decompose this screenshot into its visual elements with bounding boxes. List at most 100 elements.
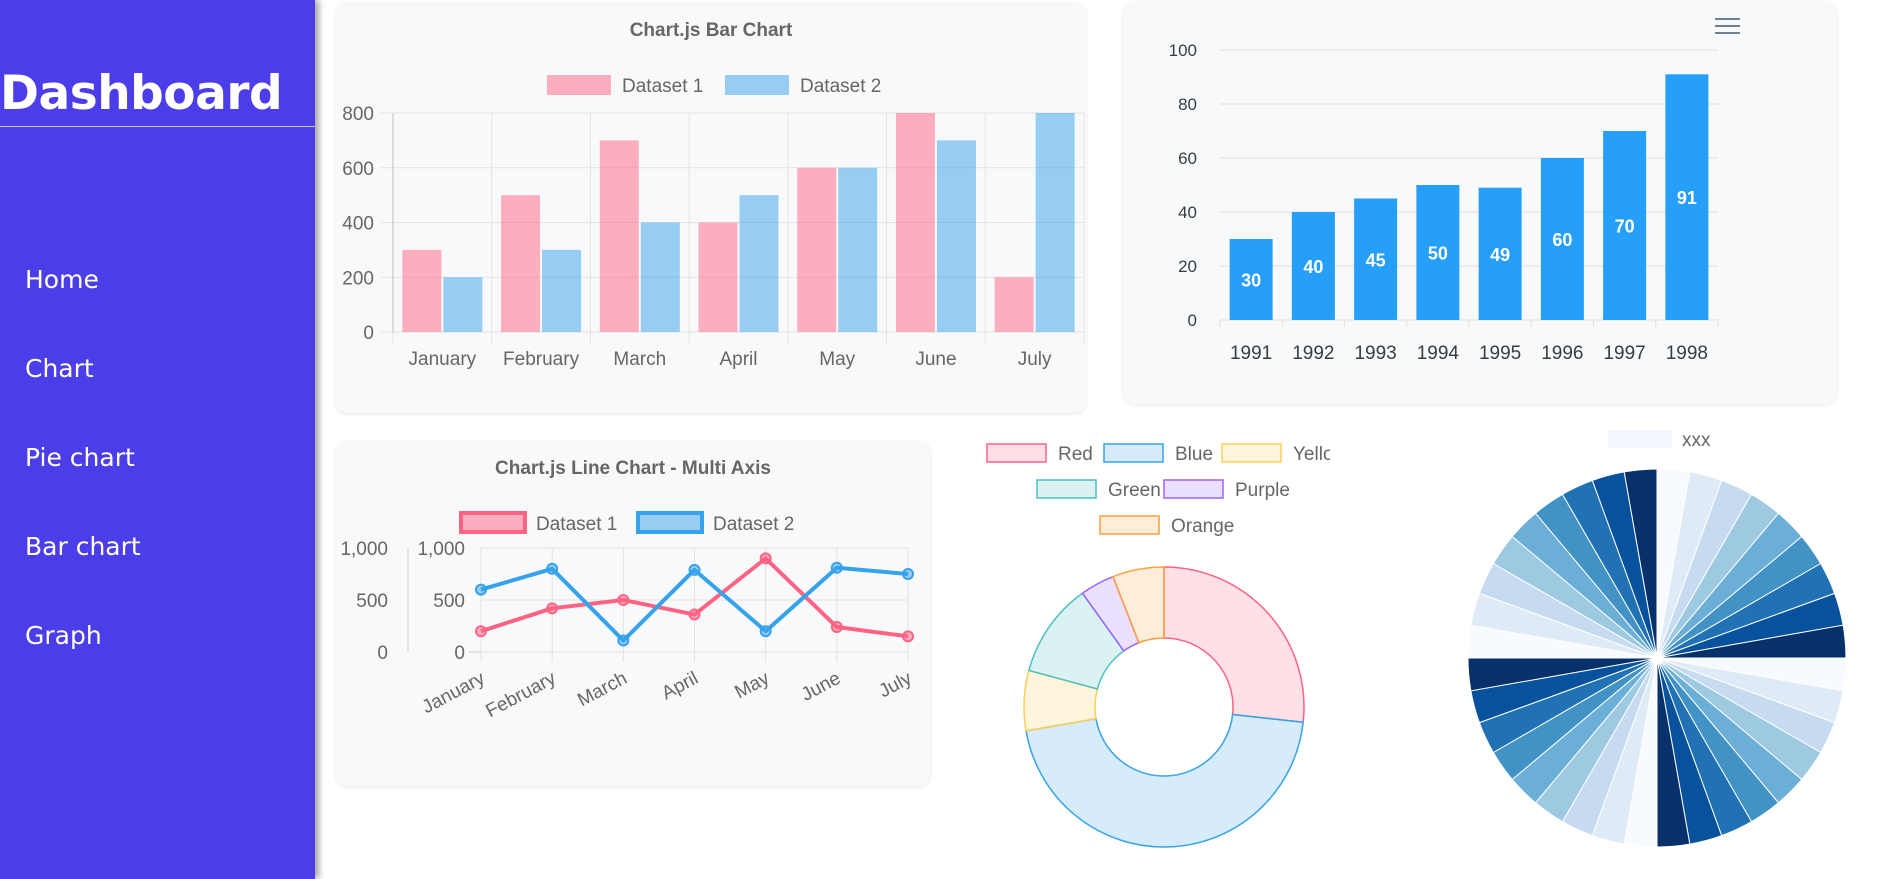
legend-swatch (1608, 430, 1672, 448)
legend-label: xxx (1682, 430, 1711, 451)
bar (739, 195, 779, 332)
data-label: 30 (1241, 271, 1261, 291)
data-point (688, 608, 701, 621)
bar (599, 140, 639, 332)
y-tick-label: 400 (342, 214, 374, 235)
bar (443, 277, 483, 332)
data-label: 45 (1366, 250, 1386, 270)
pie-chart: xxx (1467, 430, 1847, 848)
x-tick-label: July (1018, 349, 1052, 370)
x-tick-label: June (915, 349, 956, 370)
legend-swatch (1099, 515, 1160, 535)
bar (936, 140, 976, 332)
legend-swatch (1036, 479, 1097, 499)
legend-label: Purple (1235, 480, 1290, 501)
annual-bar-chart-card: 0 20 40 60 80 100 30 1991 40 1992 45 1993 50 1994 49 19… (1123, 2, 1837, 404)
x-tick-label: January (419, 668, 489, 719)
y-tick-label: 20 (1178, 257, 1197, 276)
data-label: 40 (1303, 257, 1323, 277)
data-point (475, 625, 487, 638)
x-tick-label: 1998 (1666, 343, 1708, 364)
x-tick-label: January (409, 349, 477, 370)
legend-label: Red (1058, 444, 1093, 465)
legend-label: Orange (1171, 516, 1234, 537)
bar (640, 222, 680, 332)
legend-swatch (1221, 443, 1282, 463)
data-point (902, 568, 914, 580)
dashboard-title: Dashboard (0, 66, 283, 121)
y-tick-label: 0 (1188, 311, 1197, 330)
y-tick-label: 200 (342, 268, 374, 289)
x-tick-label: 1997 (1603, 343, 1645, 364)
data-point (546, 562, 559, 575)
sidebar: Dashboard Home Chart Pie chart Bar chart… (0, 0, 315, 879)
x-tick-label: May (819, 349, 855, 370)
y-tick-label: 0 (377, 643, 388, 664)
legend-label: Yellow (1293, 444, 1330, 465)
nav-pie-chart[interactable]: Pie chart (25, 443, 135, 472)
doughnut-slice (1163, 566, 1305, 724)
bar (542, 249, 582, 332)
x-tick-label: 1991 (1230, 343, 1272, 364)
data-label: 60 (1552, 230, 1572, 250)
data-point (688, 563, 701, 576)
data-point (902, 630, 914, 643)
nav-chart[interactable]: Chart (25, 354, 94, 383)
x-tick-label: 1996 (1541, 343, 1583, 364)
doughnut-slice (1025, 713, 1304, 848)
nav-graph[interactable]: Graph (25, 621, 102, 650)
x-tick-label: 1993 (1354, 343, 1396, 364)
x-tick-label: April (719, 349, 757, 370)
hamburger-menu-icon[interactable] (1715, 16, 1741, 38)
legend-label: Dataset 1 (536, 514, 617, 535)
title-divider (0, 126, 315, 127)
y-tick-label: 1,000 (340, 539, 388, 560)
nav-bar-chart[interactable]: Bar chart (25, 532, 141, 561)
y-tick-label: 800 (342, 104, 374, 125)
line-chart-card: Chart.js Line Chart - Multi Axis Dataset … (336, 441, 930, 786)
bar (501, 195, 541, 332)
x-tick-label: June (798, 668, 844, 706)
x-tick-label: February (503, 349, 580, 370)
data-point (759, 552, 772, 565)
bar (994, 277, 1034, 332)
legend-swatch (986, 443, 1047, 463)
x-tick-label: February (483, 668, 560, 722)
x-tick-label: April (658, 668, 701, 704)
bar (797, 167, 837, 332)
y-tick-label: 600 (342, 159, 374, 180)
y-tick-label: 60 (1178, 149, 1197, 168)
legend-swatch (636, 511, 704, 534)
chart-title: Chart.js Bar Chart (630, 20, 793, 41)
data-label: 70 (1615, 217, 1635, 237)
bar-chart-card: Chart.js Bar Chart Dataset 1 Dataset 2 0 200… (336, 3, 1086, 413)
x-tick-label: March (613, 349, 666, 370)
y-tick-label: 40 (1178, 203, 1197, 222)
bar (402, 249, 442, 332)
x-tick-label: 1992 (1292, 343, 1334, 364)
x-tick-label: July (876, 668, 916, 703)
doughnut-chart: Red Blue Yellow Green PurpleOrange (986, 443, 1330, 848)
data-label: 91 (1677, 188, 1697, 208)
y-tick-label: 500 (356, 591, 388, 612)
data-label: 49 (1490, 245, 1510, 265)
legend-swatch (1103, 443, 1164, 463)
data-point (617, 634, 630, 647)
x-tick-label: 1994 (1417, 343, 1460, 364)
data-point (617, 594, 630, 606)
bar-chart: Chart.js Bar Chart Dataset 1 Dataset 2 0 200… (342, 20, 1085, 370)
data-point (830, 561, 843, 574)
nav-home[interactable]: Home (25, 265, 99, 294)
legend-swatch (1163, 479, 1224, 499)
y2-tick-label: 500 (433, 591, 465, 612)
legend-label: Blue (1175, 444, 1213, 465)
bar (698, 222, 738, 332)
legend-label: Dataset 2 (713, 514, 794, 535)
annual-bar-chart: 0 20 40 60 80 100 30 1991 40 1992 45 1993 50 1994 49 19… (1169, 41, 1719, 364)
line-chart: Chart.js Line Chart - Multi Axis Dataset … (340, 458, 916, 722)
data-label: 50 (1428, 244, 1448, 264)
y2-tick-label: 0 (454, 643, 465, 664)
legend-label: Dataset 1 (622, 76, 703, 97)
data-point (475, 583, 487, 596)
legend-swatch (459, 511, 527, 534)
